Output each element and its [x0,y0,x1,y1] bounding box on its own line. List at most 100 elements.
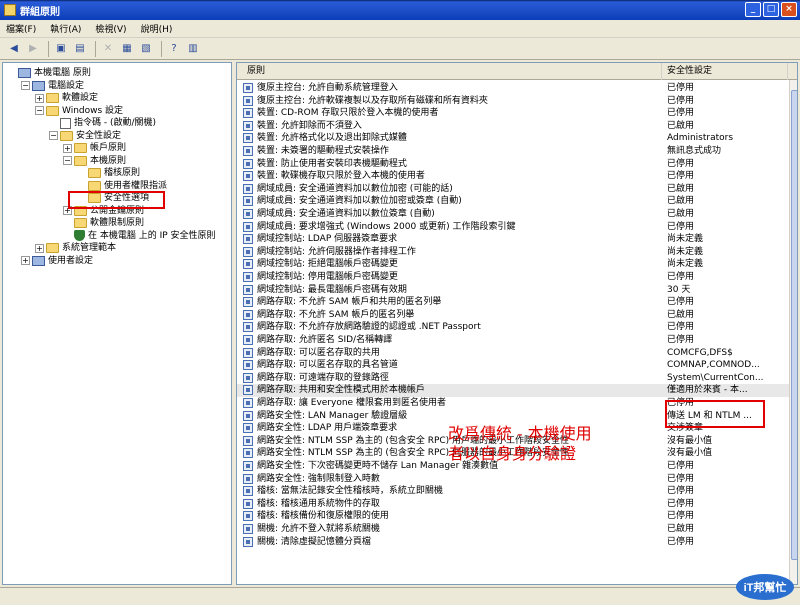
policy-row[interactable]: 網域成員: 安全通道資料加以數位加密 (可能的話) 已啟用 [237,183,789,196]
policy-icon [243,146,253,156]
policy-row[interactable]: 裝置: CD-ROM 存取只限於登入本機的使用者 已停用 [237,107,789,120]
collapse-icon[interactable]: − [21,81,30,90]
menu-view[interactable]: 檢視(V) [95,22,126,35]
tree-item[interactable]: − Windows 設定 [35,105,123,117]
expand-icon[interactable]: + [21,256,30,265]
policy-icon [243,158,253,169]
policy-row[interactable]: 關機: 允許不登入就將系統關機 已啟用 [237,523,789,536]
minimize-button[interactable]: _ [745,2,761,17]
policy-row[interactable]: 稽核: 當無法記錄安全性稽核時，系統立即關機 已停用 [237,485,789,498]
policy-setting: 已停用 [667,221,695,232]
properties-icon[interactable]: ▦ [119,41,135,57]
policy-setting: 尚未定義 [667,234,704,245]
policy-row[interactable]: 關機: 清除虛擬記憶體分頁檔 已停用 [237,536,789,549]
expand-icon[interactable]: + [35,93,44,103]
collapse-icon[interactable]: − [35,106,44,115]
tree-item[interactable]: 指令碼 - (啟動/關機) [49,117,156,129]
policy-row[interactable]: 網路存取: 不允許存放網路驗證的認證或 .NET Passport 已停用 [237,321,789,334]
vertical-scrollbar[interactable] [789,80,797,584]
tree-item[interactable]: 本機電腦 原則 [7,67,91,79]
tree-item[interactable]: − 電腦設定 [21,80,84,92]
tree-item[interactable]: 稽核原則 [77,167,140,179]
tree-item-label: 軟體設定 [62,93,99,103]
policy-icon [243,372,253,383]
collapse-icon[interactable]: − [49,131,58,140]
policy-row[interactable]: 網路存取: 可以匿名存取的共用 COMCFG,DFS$ [237,347,789,360]
tree-item[interactable]: + 軟體設定 [35,92,98,104]
policy-row[interactable]: 裝置: 軟碟機存取只限於登入本機的使用者 已停用 [237,170,789,183]
forward-icon[interactable]: ▶ [25,41,41,57]
tree-item[interactable]: 使用者權限指派 [77,180,167,192]
policy-row[interactable]: 裝置: 允許格式化以及退出卸除式媒體 Administrators [237,132,789,145]
policy-row[interactable]: 稽核: 稽核通用系統物件的存取 已停用 [237,498,789,511]
policy-row[interactable]: 網路存取: 可遠端存取的登錄路徑 System\CurrentCon... [237,372,789,385]
policy-row[interactable]: 網域控制站: LDAP 伺服器簽章要求 尚未定義 [237,233,789,246]
policy-row[interactable]: 網域控制站: 停用電腦帳戶密碼變更 已停用 [237,271,789,284]
folder-icon [46,105,59,116]
policy-row[interactable]: 網域成員: 安全通道資料加以數位加密或簽章 (自動) 已啟用 [237,195,789,208]
tree-item[interactable]: − 本機原則 [63,155,126,167]
expand-icon[interactable]: + [35,243,44,253]
policy-row[interactable]: 網路存取: 不允許 SAM 帳戶和共用的匿名列舉 已停用 [237,296,789,309]
tree-pane[interactable]: 本機電腦 原則 − 電腦設定 + 軟體設定 − Windows 設定 指令碼 - (啟動/關機… [2,62,232,585]
menu-file[interactable]: 檔案(F) [6,22,36,35]
maximize-button[interactable]: □ [763,2,779,17]
policy-row[interactable]: 網域控制站: 允許伺服器操作者排程工作 尚未定義 [237,246,789,259]
tree-item-label: 本機原則 [90,155,127,166]
policy-row[interactable]: 網域控制站: 最長電腦帳戶密碼有效期 30 天 [237,284,789,297]
column-header-setting[interactable]: 安全性設定 [663,63,788,80]
policy-icon [243,511,253,522]
export-list-icon[interactable]: ▧ [138,41,154,57]
help-icon[interactable]: ? [166,41,182,57]
tree-item-label: 使用者設定 [48,255,94,266]
policy-row[interactable]: 網路存取: 不允許 SAM 帳戶的匿名列舉 已啟用 [237,309,789,322]
tree-item[interactable]: + 系統管理範本 [35,242,116,254]
policy-row[interactable]: 網路存取: 可以匿名存取的具名管道 COMNAP,COMNOD... [237,359,789,372]
policy-row[interactable]: 網域控制站: 拒絕電腦帳戶密碼變更 尚未定義 [237,258,789,271]
close-button[interactable]: × [781,2,797,17]
policy-icon [243,410,253,421]
policy-setting: 尚未定義 [667,259,704,270]
policy-setting: 已停用 [667,108,695,119]
policy-list-pane[interactable]: 原則 安全性設定 復原主控台: 允許自動系統管理登入 已停用 復原主控台: 允許軟碟… [236,62,798,585]
tree-item[interactable]: − 安全性設定 [49,130,121,142]
console-icon[interactable]: ▥ [185,41,201,57]
policy-row[interactable]: 網域成員: 要求增強式 (Windows 2000 或更新) 工作階段索引鍵 已停… [237,221,789,234]
collapse-icon[interactable]: − [63,156,72,165]
scrollbar-thumb[interactable] [791,90,797,560]
folder-icon [88,168,101,178]
policy-row[interactable]: 稽核: 稽核備份和復原權限的使用 已停用 [237,510,789,523]
tree-item-label: 稽核原則 [104,168,141,178]
back-icon[interactable]: ◀ [6,41,22,57]
expand-icon[interactable]: + [63,143,72,153]
show-tree-icon[interactable]: ▤ [72,41,88,57]
policy-row[interactable]: 網路存取: 允許匿名 SID/名稱轉譯 已停用 [237,334,789,347]
column-header-policy[interactable]: 原則 [237,63,662,80]
policy-row[interactable]: 復原主控台: 允許自動系統管理登入 已停用 [237,82,789,95]
up-folder-icon[interactable]: ▣ [53,41,69,57]
menu-help[interactable]: 說明(H) [141,22,173,35]
policy-name: 關機: 允許不登入就將系統關機 [257,524,380,534]
policy-row[interactable]: 裝置: 未簽署的驅動程式安裝操作 無訊息式成功 [237,145,789,158]
menu-action[interactable]: 執行(A) [50,22,81,35]
policy-row[interactable]: 裝置: 允許卸除而不須登入 已啟用 [237,120,789,133]
tree-item[interactable]: 軟體限制原則 [63,217,144,229]
policy-icon [243,83,253,93]
policy-row[interactable]: 復原主控台: 允許軟碟複製以及存取所有磁碟和所有資料夾 已停用 [237,95,789,108]
toolbar-separator [95,40,96,57]
policy-icon [243,221,253,232]
policy-setting: 尚未定義 [667,246,704,257]
delete-icon[interactable]: ✕ [100,41,116,57]
policy-icon [243,536,253,547]
policy-row[interactable]: 網路安全性: 強制限制登入時數 已停用 [237,473,789,486]
policy-row[interactable]: 網域成員: 安全通道資料加以數位簽章 (自動) 已啟用 [237,208,789,221]
policy-name: 網域成員: 安全通道資料加以數位加密 (可能的話) [257,183,453,194]
tree-item[interactable]: + 使用者設定 [21,255,93,267]
policy-row[interactable]: 裝置: 防止使用者安裝印表機驅動程式 已停用 [237,158,789,171]
annotation-line-2: 者以自身身分驗證 [448,444,577,463]
tree-item[interactable]: 在 本機電腦 上的 IP 安全性原則 [63,230,216,242]
tree-item[interactable]: + 帳戶原則 [63,142,126,154]
policy-row[interactable]: 網路存取: 共用和安全性模式用於本機帳戶 僅適用於來賓 - 本... [237,384,789,397]
annotation-line-1: 改爲傳統 - 本機使用 [448,424,592,443]
policy-name: 網路安全性: 強制限制登入時數 [257,473,380,484]
